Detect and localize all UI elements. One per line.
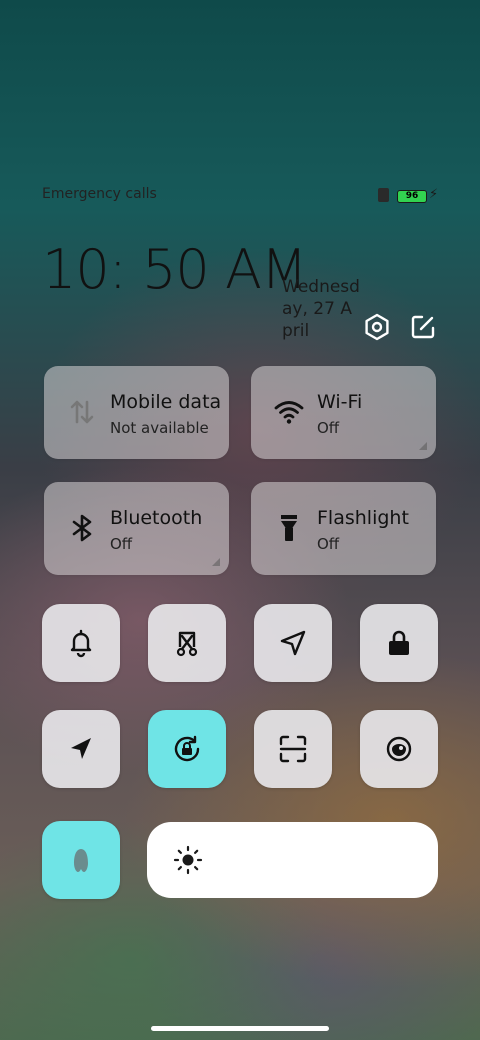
flashlight-icon — [281, 515, 297, 541]
bluetooth-icon — [72, 514, 92, 542]
home-indicator[interactable] — [151, 1026, 329, 1031]
brightness-icon — [173, 845, 203, 875]
rotation-lock-icon — [174, 735, 200, 762]
mute-icon — [70, 629, 92, 658]
toggle-eye-comfort[interactable] — [360, 710, 438, 788]
tile-flashlight[interactable]: Flashlight Off — [251, 482, 436, 575]
tile-title: Flashlight — [317, 507, 409, 529]
toggle-lock[interactable] — [360, 604, 438, 682]
mobile-data-icon — [70, 400, 94, 424]
charging-icon: ⚡ — [429, 187, 439, 202]
toggle-mute[interactable] — [42, 604, 120, 682]
toggle-screenshot[interactable] — [148, 604, 226, 682]
tile-subtitle: Off — [317, 419, 340, 437]
toggle-quiet-mode[interactable] — [42, 821, 120, 899]
screenshot-icon — [176, 631, 198, 657]
expand-corner-icon — [419, 442, 427, 450]
clock[interactable]: 10: 50 AM — [42, 238, 307, 301]
tile-bluetooth[interactable]: Bluetooth Off — [44, 482, 229, 575]
tile-title: Mobile data — [110, 391, 222, 413]
scanner-icon — [279, 735, 307, 763]
status-bar: Emergency calls only 96 ⚡ — [42, 186, 438, 206]
settings-icon[interactable] — [362, 312, 392, 342]
tile-subtitle: Not available — [110, 419, 209, 437]
brightness-slider[interactable] — [147, 822, 438, 898]
sim-icon — [378, 188, 389, 202]
edit-icon[interactable] — [408, 312, 438, 342]
tile-mobile-data[interactable]: Mobile data Not available — [44, 366, 229, 459]
battery-icon: 96 — [397, 190, 427, 203]
tile-subtitle: Off — [317, 535, 340, 553]
lock-icon — [389, 630, 409, 655]
quiet-mode-icon — [74, 849, 88, 872]
toggle-location[interactable] — [42, 710, 120, 788]
wifi-icon — [274, 401, 304, 424]
date[interactable]: Wednesday, 27 April — [282, 276, 362, 342]
toggle-scanner[interactable] — [254, 710, 332, 788]
tile-subtitle: Off — [110, 535, 133, 553]
carrier-status-text: Emergency calls only — [42, 186, 160, 202]
location-outline-icon — [280, 630, 306, 656]
toggle-location-outline[interactable] — [254, 604, 332, 682]
tile-title: Bluetooth — [110, 507, 203, 529]
location-icon — [71, 738, 91, 759]
tile-title: Wi-Fi — [317, 391, 363, 413]
tile-wifi[interactable]: Wi-Fi Off — [251, 366, 436, 459]
toggle-rotation-lock[interactable] — [148, 710, 226, 788]
eye-comfort-icon — [386, 736, 412, 762]
expand-corner-icon — [212, 558, 220, 566]
